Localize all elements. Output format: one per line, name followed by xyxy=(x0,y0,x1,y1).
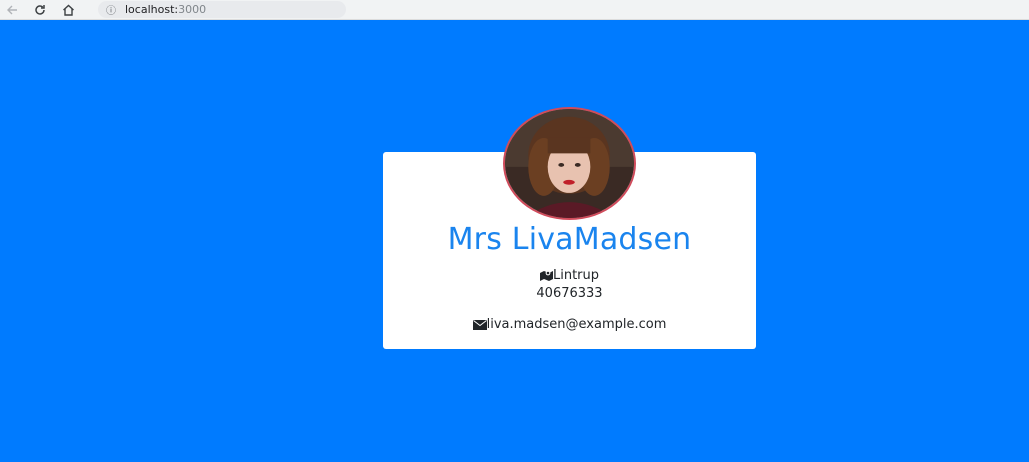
arrow-left-icon[interactable] xyxy=(4,2,20,18)
info-icon[interactable]: ⓘ xyxy=(106,2,116,17)
email-text[interactable]: liva.madsen@example.com xyxy=(487,317,667,332)
url-port: 3000 xyxy=(178,3,207,16)
location-text: Lintrup xyxy=(552,268,600,283)
email-row: liva.madsen@example.com xyxy=(383,317,756,334)
location-row: Lintrup xyxy=(383,268,756,285)
reload-icon[interactable] xyxy=(32,2,48,18)
phone-text: 40676333 xyxy=(536,286,603,301)
envelope-icon xyxy=(472,319,487,334)
phone-row: 40676333 xyxy=(383,286,756,301)
map-marker-icon xyxy=(539,269,553,285)
avatar xyxy=(503,107,636,220)
home-icon[interactable] xyxy=(60,2,76,18)
url-host: localhost: xyxy=(125,3,179,16)
profile-name: Mrs LivaMadsen xyxy=(447,222,692,257)
browser-toolbar: ⓘ localhost: 3000 xyxy=(0,0,1029,20)
address-bar[interactable]: ⓘ localhost: 3000 xyxy=(98,1,346,18)
profile-photo xyxy=(505,109,634,218)
